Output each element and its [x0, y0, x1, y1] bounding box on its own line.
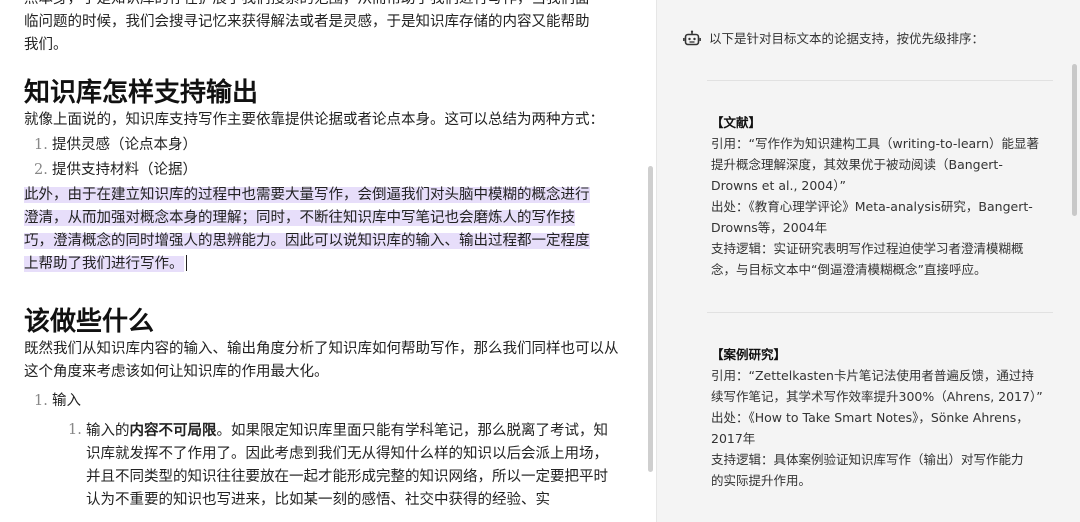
- document-body[interactable]: 点本身，于是知识库的存在扩展了我们搜索的范围，从而帮助了我们进行写作，当我们面 …: [24, 0, 620, 512]
- list-item: 2. 提供支持材料（论据）: [24, 159, 620, 182]
- card-line: 续写作笔记，其学术写作效率提升300%（Ahrens, 2017）”: [711, 389, 1043, 404]
- card-line: 念，与目标文本中“倒逼澄清模糊概念”直接呼应。: [711, 262, 987, 277]
- list-item: 1. 输入的内容不可局限。如果限定知识库里面只能有学科笔记，那么脱离了考试，知识库…: [60, 419, 620, 512]
- numbered-list: 1. 提供灵感（论点本身） 2. 提供支持材料（论据）: [24, 134, 620, 182]
- highlight-line[interactable]: 此外，由于在建立知识库的过程中也需要大量写作，会倒逼我们对头脑中模糊的概念进行: [24, 187, 590, 203]
- list-number: 2.: [34, 162, 48, 178]
- divider: [707, 80, 1053, 81]
- evidence-card-case-study: 【案例研究】 引用：“Zettelkasten卡片笔记法使用者普遍反馈，通过持 …: [711, 344, 1056, 491]
- card-line: 出处：《How to Take Smart Notes》，Sönke Ahren…: [711, 410, 1029, 425]
- nested-numbered-list: 1. 输入的内容不可局限。如果限定知识库里面只能有学科笔记，那么脱离了考试，知识库…: [24, 419, 620, 512]
- assistant-message-header: 以下是针对目标文本的论据支持，按优先级排序：: [683, 30, 984, 48]
- robot-icon: [683, 30, 701, 46]
- list-item-text: 提供灵感（论点本身）: [52, 137, 197, 153]
- card-line: 支持逻辑：具体案例验证知识库写作（输出）对写作能力: [711, 452, 1024, 467]
- evidence-card-literature: 【文献】 引用：“写作作为知识建构工具（writing-to-learn）能显著…: [711, 112, 1056, 280]
- card-line: Drowns等，2004年: [711, 220, 828, 235]
- heading-what-to-do: 该做些什么: [24, 307, 155, 337]
- highlight-line[interactable]: 澄清，从而加强对概念本身的理解；同时，不断往知识库中写笔记也会磨炼人的写作技: [24, 210, 575, 226]
- highlight-line[interactable]: 上帮助了我们进行写作。: [24, 256, 184, 272]
- card-line: 引用：“写作作为知识建构工具（writing-to-learn）能显著: [711, 136, 1040, 151]
- assistant-intro-text: 以下是针对目标文本的论据支持，按优先级排序：: [709, 31, 985, 46]
- list-number: 1.: [34, 393, 48, 409]
- list-item-text: 提供支持材料（论据）: [52, 162, 197, 178]
- list-item-text: 输入: [52, 393, 81, 409]
- paragraph: 既然我们从知识库内容的输入、输出角度分析了知识库如何帮助写作，那么我们同样也可以…: [24, 341, 619, 380]
- card-line: 提升概念理解深度，其效果优于被动阅读（Bangert-: [711, 157, 1003, 172]
- card-tag: 【案例研究】: [711, 347, 787, 362]
- intro-line: 我们。: [24, 37, 68, 53]
- ai-assistant-panel: 以下是针对目标文本的论据支持，按优先级排序： 【文献】 引用：“写作作为知识建构…: [657, 0, 1080, 522]
- card-tag: 【文献】: [711, 115, 762, 130]
- list-item: 1. 输入: [24, 390, 620, 413]
- bold-text: 内容不可局限: [129, 422, 217, 439]
- text-cursor: [185, 255, 187, 271]
- divider: [707, 312, 1053, 313]
- list-number: 1.: [34, 137, 48, 153]
- highlight-line[interactable]: 巧，澄清概念的同时增强人的思辨能力。因此可以说知识库的输入、输出过程都一定程度: [24, 233, 590, 249]
- list-item-prefix: 输入的: [86, 423, 130, 439]
- highlighted-paragraph[interactable]: 此外，由于在建立知识库的过程中也需要大量写作，会倒逼我们对头脑中模糊的概念进行 …: [24, 184, 620, 276]
- card-line: 支持逻辑：实证研究表明写作过程迫使学习者澄清模糊概: [711, 241, 1024, 256]
- card-line: 的实际提升作用。: [711, 473, 812, 488]
- paragraph: 就像上面说的，知识库支持写作主要依靠提供论据或者论点本身。这可以总结为两种方式：: [24, 112, 604, 128]
- list-item: 1. 提供灵感（论点本身）: [24, 134, 620, 157]
- heading-knowledge-output: 知识库怎样支持输出: [24, 78, 259, 108]
- card-line: 引用：“Zettelkasten卡片笔记法使用者普遍反馈，通过持: [711, 368, 1034, 383]
- intro-line: 点本身，于是知识库的存在扩展了我们搜索的范围，从而帮助了我们进行写作，当我们面: [24, 0, 620, 11]
- list-number: 1.: [68, 422, 82, 438]
- card-line: 2017年: [711, 431, 756, 446]
- editor-scrollbar[interactable]: [648, 166, 653, 472]
- card-line: 出处：《教育心理学评论》Meta-analysis研究，Bangert-: [711, 199, 1033, 214]
- numbered-list: 1. 输入: [24, 390, 620, 413]
- document-editor[interactable]: 点本身，于是知识库的存在扩展了我们搜索的范围，从而帮助了我们进行写作，当我们面 …: [0, 0, 646, 522]
- intro-line: 临问题的时候，我们会搜寻记忆来获得解法或者是灵感，于是知识库存储的内容又能帮助: [24, 14, 590, 30]
- card-line: Drowns et al., 2004）”: [711, 178, 846, 193]
- panel-scrollbar[interactable]: [1072, 64, 1077, 216]
